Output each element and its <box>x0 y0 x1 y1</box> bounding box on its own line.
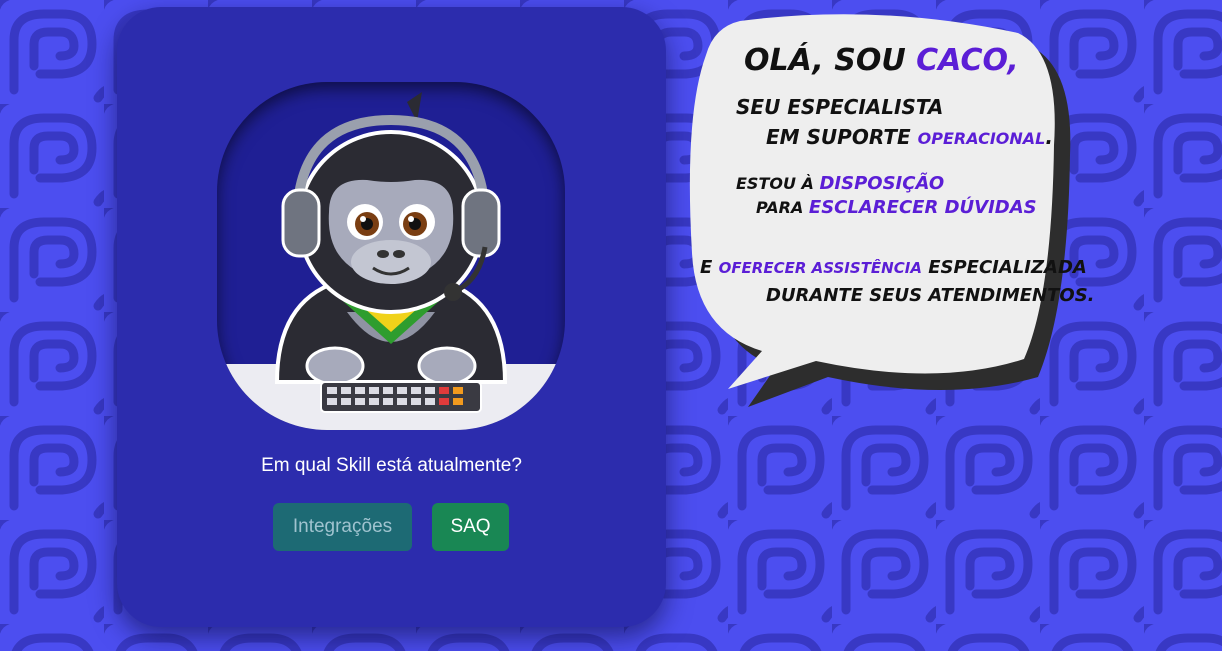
saq-button[interactable]: SAQ <box>432 503 509 551</box>
mascot-avatar <box>217 82 565 430</box>
speech-line-2: Seu especialista <box>736 95 944 119</box>
speech-bubble: Olá, sou Caco, Seu especialista em supor… <box>688 5 1095 415</box>
skill-question: Em qual Skill está atualmente? <box>261 455 522 476</box>
speech-line-1: Olá, sou Caco, <box>744 43 1019 78</box>
speech-line-7: durante seus atendimentos. <box>766 285 1095 306</box>
integracoes-button[interactable]: Integrações <box>273 503 412 551</box>
speech-line-5: para esclarecer dúvidas <box>756 197 1037 218</box>
speech-line-4: Estou à disposição <box>736 173 945 194</box>
skill-card: Em qual Skill está atualmente? Integraçõ… <box>117 7 666 627</box>
speech-line-3: em suporte operacional. <box>766 125 1053 149</box>
speech-line-6: e oferecer assistência especializada <box>700 257 1087 278</box>
gorilla-mascot-icon <box>217 92 565 430</box>
